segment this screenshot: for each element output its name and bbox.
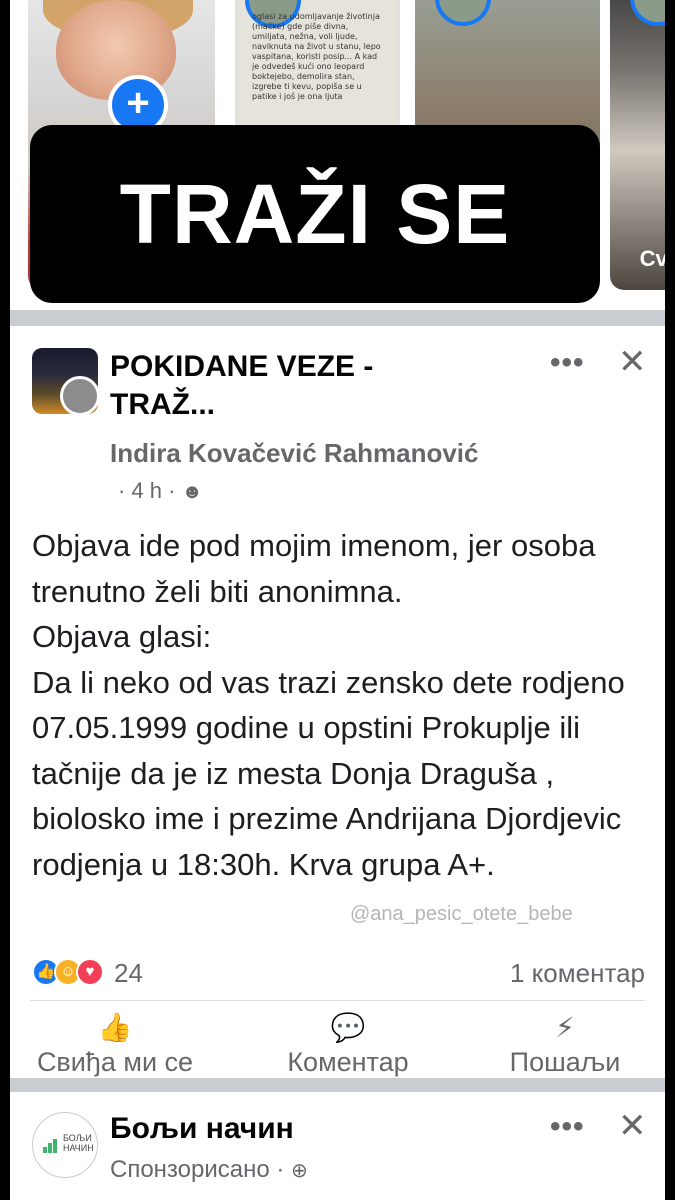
- post-author[interactable]: Indira Kovačević Rahmanović: [110, 438, 478, 469]
- story-avatar: [435, 0, 491, 26]
- like-label: Свиђа ми се: [36, 1047, 194, 1077]
- post-time[interactable]: · 4 h ·: [118, 478, 175, 503]
- post-paragraph: Da li neko od vas trazi zensko dete rodj…: [32, 664, 625, 882]
- action-separator: [30, 1000, 645, 1001]
- sponsored-post: БОЉИ НАЧИН Бољи начин Спонзорисано · ⊕ •…: [10, 1092, 665, 1200]
- share-label: Пошаљи: [509, 1047, 621, 1077]
- story-text: oglasi za udomljavanje životinja (mačke)…: [252, 12, 381, 101]
- messenger-icon: ⚡: [555, 1012, 575, 1043]
- reaction-count: 24: [114, 958, 143, 988]
- group-name[interactable]: POKIDANE VEZE - TRAŽ...: [110, 348, 440, 424]
- stories-strip: + oglasi za udomljavanje životinja (mačk…: [10, 0, 665, 303]
- sponsor-name[interactable]: Бољи начин: [110, 1112, 294, 1146]
- like-button[interactable]: 👍 Свиђа ми се: [30, 1013, 200, 1079]
- story-label: Cvij: [639, 246, 665, 271]
- story-avatar: [630, 0, 665, 26]
- globe-icon: ⊕: [291, 1160, 308, 1182]
- more-options-icon[interactable]: •••: [550, 1110, 585, 1144]
- post-paragraph: Objava glasi:: [32, 619, 212, 654]
- story-card-partial[interactable]: Cvij: [610, 0, 665, 290]
- group-icon: ☻: [181, 481, 203, 503]
- comment-count[interactable]: 1 коментар: [510, 958, 645, 989]
- more-options-icon[interactable]: •••: [550, 346, 585, 380]
- feed-post: POKIDANE VEZE - TRAŽ... ••• ✕ Indira Kov…: [10, 328, 665, 1078]
- thumbs-up-icon: 👍: [97, 1012, 133, 1043]
- post-paragraph: Objava ide pod mojim imenom, jer osoba t…: [32, 528, 596, 609]
- sponsor-avatar[interactable]: БОЉИ НАЧИН: [32, 1112, 98, 1178]
- sponsor-logo-text: БОЉИ НАЧИН: [63, 1133, 94, 1153]
- share-button[interactable]: ⚡ Пошаљи: [480, 1013, 650, 1079]
- comment-button[interactable]: 💬 Коментар: [253, 1013, 443, 1079]
- app-frame: + oglasi za udomljavanje životinja (mačk…: [10, 0, 665, 1200]
- group-avatar[interactable]: [32, 348, 98, 414]
- comment-label: Коментар: [287, 1047, 409, 1077]
- post-body: Objava ide pod mojim imenom, jer osoba t…: [32, 523, 662, 887]
- post-meta: · 4 h · ☻: [118, 478, 203, 504]
- watermark: @ana_pesic_otete_bebe: [350, 903, 573, 925]
- close-icon[interactable]: ✕: [618, 342, 647, 382]
- comment-icon: 💬: [330, 1012, 366, 1043]
- author-avatar[interactable]: [60, 376, 98, 414]
- love-reaction-icon: ♥: [76, 958, 104, 986]
- wanted-banner: TRAŽI SE: [30, 125, 600, 303]
- sponsored-label: Спонзорисано · ⊕: [110, 1156, 308, 1183]
- feed-divider: [10, 310, 665, 326]
- logo-bars-icon: [43, 1139, 58, 1153]
- close-icon[interactable]: ✕: [618, 1106, 647, 1146]
